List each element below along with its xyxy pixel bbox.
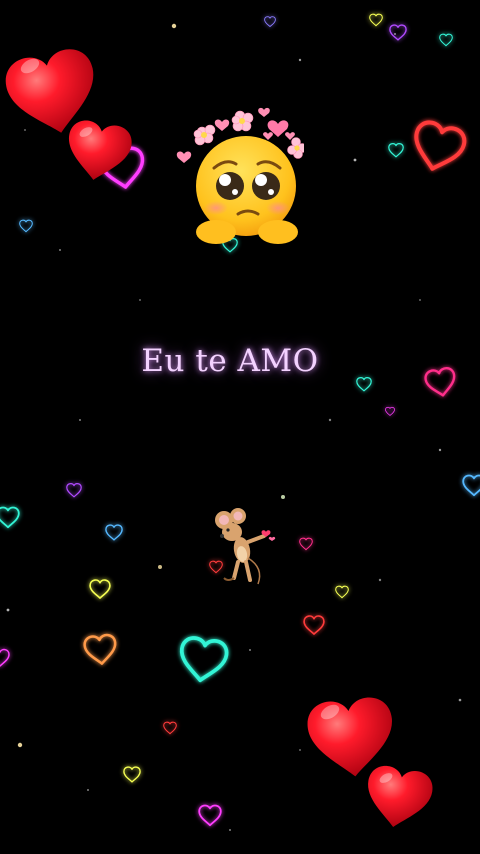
heart-icon — [82, 632, 119, 667]
heart-icon — [62, 117, 135, 186]
heart-icon — [66, 483, 82, 498]
heart-icon — [462, 474, 480, 497]
heart-icon — [176, 634, 231, 686]
wallpaper-canvas: Eu te AMO — [0, 0, 480, 854]
heart-icon — [19, 219, 33, 233]
heart-icon — [389, 24, 407, 41]
heart-icon — [299, 537, 313, 551]
heart-icon — [105, 524, 123, 541]
heart-icon — [163, 721, 177, 735]
pleading-face-flower-crown-icon — [176, 107, 304, 244]
heart-icon — [335, 585, 349, 599]
heart-icon — [388, 143, 404, 158]
heart-icon — [264, 16, 276, 28]
heart-icon — [409, 120, 467, 175]
heart-icon — [0, 506, 20, 529]
heart-icon — [356, 377, 372, 392]
heart-icon — [385, 406, 395, 416]
heart-icon — [303, 615, 325, 635]
heart-icon — [123, 766, 141, 783]
heart-icon — [361, 763, 436, 833]
heart-icon — [198, 804, 222, 827]
mouse-with-hearts-icon — [215, 508, 276, 585]
heart-icon — [89, 579, 111, 599]
heart-icon — [0, 648, 10, 667]
heart-icon — [369, 13, 383, 27]
heart-icon — [439, 33, 453, 47]
love-caption: Eu te AMO — [141, 343, 319, 379]
